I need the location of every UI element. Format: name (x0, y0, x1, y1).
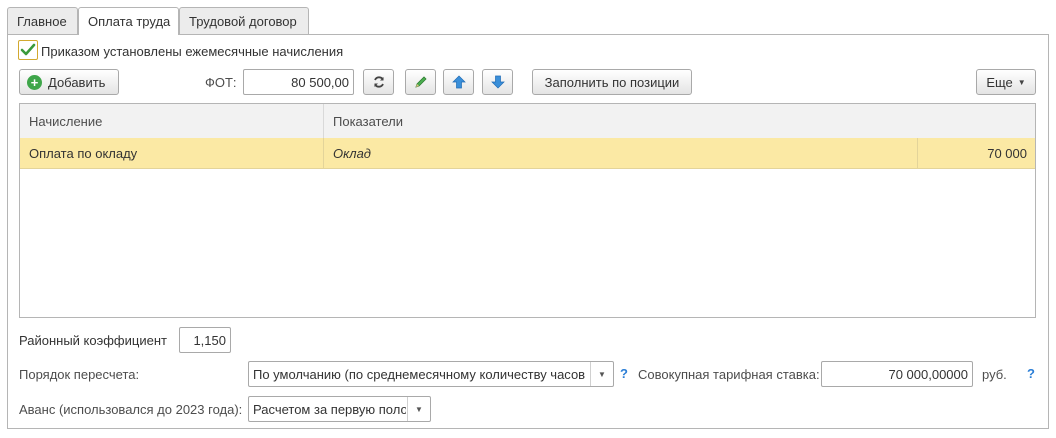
fot-label: ФОТ: (205, 75, 237, 90)
refresh-icon (373, 76, 384, 88)
column-header-indicators[interactable]: Показатели (324, 104, 1035, 138)
move-down-button[interactable] (482, 69, 513, 95)
fot-value: 80 500,00 (291, 74, 349, 90)
district-coef-value: 1,150 (193, 332, 226, 348)
tariff-rate-field[interactable]: 70 000,00000 (821, 361, 973, 387)
arrow-down-icon (490, 75, 505, 89)
district-coef-label: Районный коэффициент (19, 333, 167, 348)
accruals-table[interactable]: Начисление Показатели Оплата по окладу О… (19, 103, 1036, 318)
indicator-value-cell: 70 000 (987, 146, 1027, 161)
refresh-button[interactable] (363, 69, 394, 95)
indicator-cell: Оклад (324, 138, 918, 168)
accrual-cell: Оплата по окладу (20, 138, 324, 168)
tariff-rate-value: 70 000,00000 (888, 366, 968, 382)
chevron-down-icon[interactable]: ▼ (590, 362, 613, 386)
edit-button[interactable] (405, 69, 436, 95)
more-button[interactable]: Еще ▼ (976, 69, 1036, 95)
pencil-icon (414, 76, 427, 88)
monthly-accruals-label: Приказом установлены ежемесячные начисле… (41, 44, 344, 59)
column-header-accrual[interactable]: Начисление (20, 104, 324, 138)
tariff-rate-label: Совокупная тарифная ставка: (638, 367, 820, 382)
recalc-order-label: Порядок пересчета: (19, 367, 140, 382)
table-header: Начисление Показатели (20, 104, 1035, 139)
recalc-order-select[interactable]: По умолчанию (по среднемесячному количес… (248, 361, 614, 387)
chevron-down-icon: ▼ (1017, 77, 1026, 87)
table-row[interactable]: Оплата по окладу Оклад 70 000 (20, 138, 1035, 169)
more-label: Еще (986, 74, 1013, 90)
fill-by-position-label: Заполнить по позиции (544, 74, 680, 90)
move-up-button[interactable] (443, 69, 474, 95)
chevron-down-icon[interactable]: ▼ (407, 397, 430, 421)
recalc-order-value: По умолчанию (по среднемесячному количес… (253, 366, 586, 382)
tariff-rate-unit: руб. (982, 367, 1007, 382)
add-icon: + (27, 74, 42, 90)
fill-by-position-button[interactable]: Заполнить по позиции (532, 69, 692, 95)
monthly-accruals-checkbox[interactable] (18, 40, 38, 60)
tariff-rate-help-icon[interactable]: ? (1027, 366, 1035, 381)
recalc-order-help-icon[interactable]: ? (620, 366, 628, 381)
add-button[interactable]: + Добавить (19, 69, 119, 95)
district-coef-field[interactable]: 1,150 (179, 327, 231, 353)
advance-value: Расчетом за первую поло (253, 401, 406, 417)
advance-select[interactable]: Расчетом за первую поло ▼ (248, 396, 431, 422)
checkmark-icon (20, 43, 36, 56)
fot-field[interactable]: 80 500,00 (243, 69, 354, 95)
payroll-content: Приказом установлены ежемесячные начисле… (0, 0, 1056, 438)
advance-label: Аванс (использовался до 2023 года): (19, 402, 243, 417)
add-button-label: Добавить (48, 74, 106, 90)
arrow-up-icon (451, 75, 466, 89)
